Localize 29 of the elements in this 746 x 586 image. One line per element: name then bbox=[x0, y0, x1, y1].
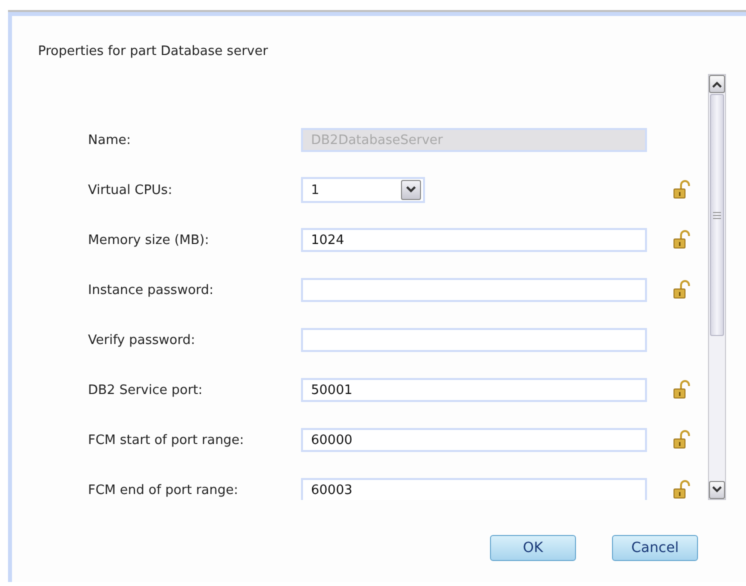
padlock-icon[interactable] bbox=[672, 180, 692, 200]
chevron-down-icon bbox=[712, 486, 722, 494]
dropdown[interactable]: 1 bbox=[301, 177, 425, 203]
grip-icon bbox=[713, 212, 721, 218]
input-field[interactable] bbox=[301, 328, 647, 352]
field-label: Instance password: bbox=[88, 282, 215, 298]
dialog-button[interactable]: Cancel bbox=[612, 535, 698, 561]
padlock-icon[interactable] bbox=[672, 480, 692, 500]
input-field[interactable]: 60000 bbox=[301, 428, 647, 452]
chevron-up-icon bbox=[712, 80, 722, 88]
field-label: FCM end of port range: bbox=[88, 482, 240, 498]
padlock-icon[interactable] bbox=[672, 230, 692, 250]
scrollbar[interactable] bbox=[708, 74, 726, 500]
field-label: Virtual CPUs: bbox=[88, 182, 174, 198]
padlock-icon[interactable] bbox=[672, 380, 692, 400]
input-field[interactable]: 60003 bbox=[301, 478, 647, 500]
field-label: Name: bbox=[88, 132, 132, 148]
input-field[interactable]: 50001 bbox=[301, 378, 647, 402]
padlock-icon[interactable] bbox=[672, 280, 692, 300]
padlock-icon[interactable] bbox=[672, 430, 692, 450]
field-label: FCM start of port range: bbox=[88, 432, 245, 448]
field-label: DB2 Service port: bbox=[88, 382, 204, 398]
field-label: Memory size (MB): bbox=[88, 232, 210, 248]
input-field[interactable]: 1024 bbox=[301, 228, 647, 252]
input-field[interactable] bbox=[301, 278, 647, 302]
dialog-button[interactable]: OK bbox=[490, 535, 576, 561]
field-label: Verify password: bbox=[88, 332, 196, 348]
chevron-down-icon bbox=[406, 186, 416, 194]
dialog-title: Properties for part Database server bbox=[38, 44, 268, 59]
